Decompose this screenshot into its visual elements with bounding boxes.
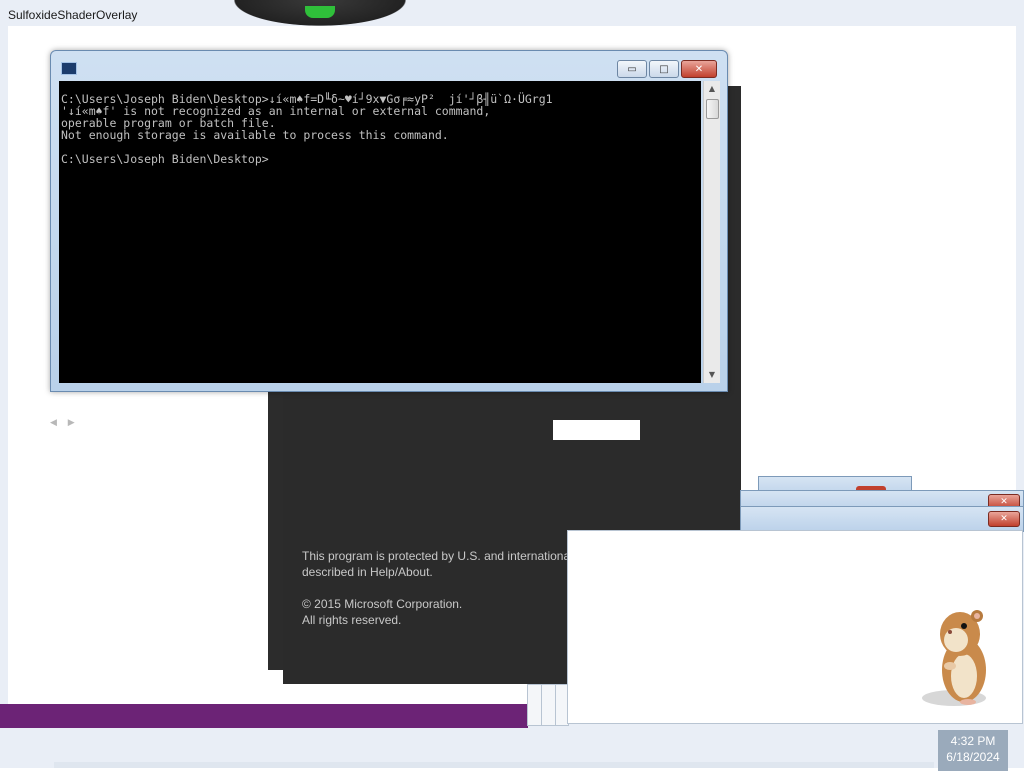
minimize-button[interactable]: ▭ — [617, 60, 647, 78]
console-icon — [61, 62, 77, 75]
maximize-button[interactable]: □ — [649, 60, 679, 78]
console-scrollbar[interactable]: ▲ ▼ — [703, 81, 720, 383]
clock-date: 6/18/2024 — [946, 750, 1000, 764]
taskbar-strip — [54, 762, 934, 768]
error-window-titlebar[interactable] — [740, 506, 1024, 532]
close-icon[interactable]: ✕ — [988, 511, 1020, 527]
taskbar-clock[interactable]: 4:32 PM 6/18/2024 — [938, 730, 1008, 771]
close-button[interactable]: ✕ — [681, 60, 717, 78]
scroll-thumb[interactable] — [706, 99, 719, 119]
nav-arrows-icon: ◀ ▶ — [50, 418, 79, 428]
green-light-icon — [305, 6, 335, 18]
window-controls: ▭ □ ✕ — [617, 60, 717, 78]
clock-time: 4:32 PM — [950, 734, 996, 748]
hamster-image — [922, 610, 986, 706]
scroll-down-arrow-icon[interactable]: ▼ — [704, 367, 720, 383]
overlay-window-title: SulfoxideShaderOverlay — [8, 8, 138, 22]
console-window[interactable]: ▭ □ ✕ C:\Users\Joseph Biden\Desktop>↓í«m… — [50, 50, 728, 392]
scroll-up-arrow-icon[interactable]: ▲ — [704, 81, 720, 97]
console-text: C:\Users\Joseph Biden\Desktop>↓í«m♠f=D╙δ… — [61, 92, 553, 166]
console-output[interactable]: C:\Users\Joseph Biden\Desktop>↓í«m♠f=D╙δ… — [59, 81, 701, 383]
splash-white-block — [553, 420, 640, 440]
purple-bar — [0, 704, 528, 728]
